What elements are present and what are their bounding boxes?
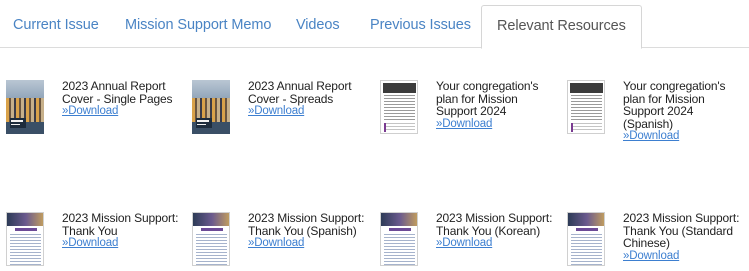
resource-title: 2023 Mission Support: Thank You »Downloa… <box>62 211 179 250</box>
resource-title: 2023 Annual Report Cover - Spreads »Down… <box>248 79 352 118</box>
thank-you-page-image <box>380 212 418 266</box>
resource-tabs: Current Issue Mission Support Memo Video… <box>0 0 749 49</box>
resource-title: 2023 Annual Report Cover - Single Pages … <box>62 79 173 118</box>
download-link[interactable]: »Download <box>248 237 364 250</box>
report-cover-image <box>192 80 230 134</box>
tab-mission-support-memo[interactable]: Mission Support Memo <box>125 17 271 33</box>
resource-title: 2023 Mission Support: Thank You (Standar… <box>623 211 740 263</box>
report-cover-image <box>6 80 44 134</box>
tab-relevant-resources[interactable]: Relevant Resources <box>481 5 642 49</box>
resource-title: 2023 Mission Support: Thank You (Korean)… <box>436 211 553 250</box>
document-page-image <box>380 80 418 134</box>
download-link[interactable]: »Download <box>62 105 172 118</box>
download-link[interactable]: »Download <box>248 105 351 118</box>
download-link[interactable]: »Download <box>436 237 552 250</box>
resource-title: Your congregation's plan for Mission Sup… <box>623 79 726 143</box>
download-link[interactable]: »Download <box>62 237 178 250</box>
document-page-image <box>567 80 605 134</box>
download-link[interactable]: »Download <box>623 130 725 143</box>
tab-videos[interactable]: Videos <box>296 17 340 33</box>
resource-title: 2023 Mission Support: Thank You (Spanish… <box>248 211 365 250</box>
tab-current-issue[interactable]: Current Issue <box>13 17 99 33</box>
tab-previous-issues[interactable]: Previous Issues <box>370 17 471 33</box>
thank-you-page-image <box>6 212 44 266</box>
thank-you-page-image <box>192 212 230 266</box>
download-link[interactable]: »Download <box>623 250 739 263</box>
download-link[interactable]: »Download <box>436 118 538 131</box>
resource-title: Your congregation's plan for Mission Sup… <box>436 79 539 131</box>
thank-you-page-image <box>567 212 605 266</box>
